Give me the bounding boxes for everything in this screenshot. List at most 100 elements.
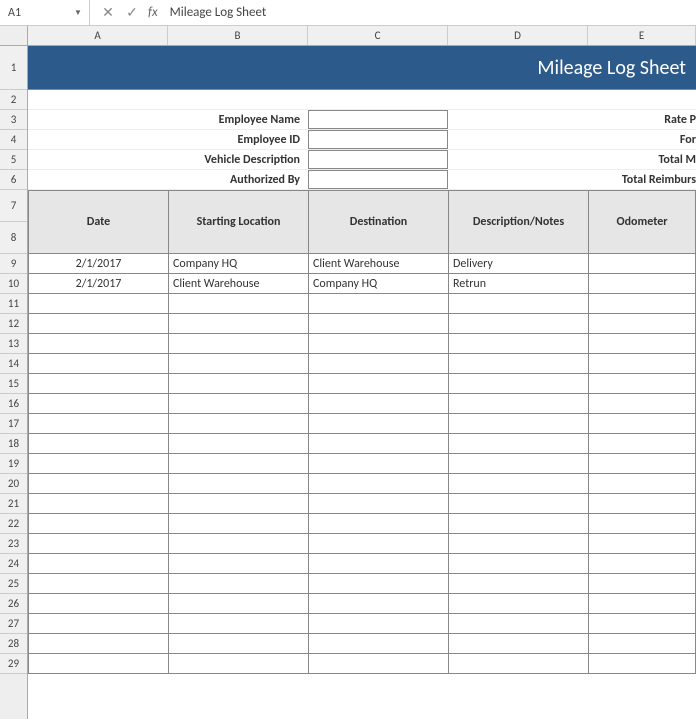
row-header[interactable]: 14 xyxy=(0,354,27,374)
row-header[interactable]: 8 xyxy=(0,222,27,254)
row-header[interactable]: 23 xyxy=(0,534,27,554)
info-row-employee-name[interactable]: Employee Name Rate P xyxy=(28,110,696,130)
row-header[interactable]: 13 xyxy=(0,334,27,354)
cell-date[interactable] xyxy=(28,514,168,534)
cell-desc[interactable] xyxy=(448,534,588,554)
column-header[interactable]: D xyxy=(448,26,588,45)
cell-date[interactable] xyxy=(28,614,168,634)
cell-start[interactable] xyxy=(168,534,308,554)
cell-odo[interactable] xyxy=(588,294,696,314)
row-header[interactable]: 19 xyxy=(0,454,27,474)
row-header[interactable]: 22 xyxy=(0,514,27,534)
cell-date[interactable] xyxy=(28,354,168,374)
table-row[interactable] xyxy=(28,314,696,334)
cell-date[interactable] xyxy=(28,494,168,514)
table-row[interactable] xyxy=(28,474,696,494)
th-description-notes[interactable]: Description/Notes xyxy=(448,190,588,254)
th-date[interactable]: Date xyxy=(28,190,168,254)
cell-desc[interactable] xyxy=(448,334,588,354)
cell-start[interactable] xyxy=(168,314,308,334)
name-box[interactable]: A1 ▼ xyxy=(0,0,90,25)
cell-start[interactable] xyxy=(168,514,308,534)
cell-dest[interactable]: Company HQ xyxy=(308,274,448,294)
row-header[interactable]: 11 xyxy=(0,294,27,314)
table-row[interactable] xyxy=(28,634,696,654)
column-header[interactable]: A xyxy=(28,26,168,45)
cancel-icon[interactable]: ✕ xyxy=(96,0,120,25)
cell-desc[interactable] xyxy=(448,614,588,634)
input-vehicle-description[interactable] xyxy=(308,150,448,169)
cell-date[interactable] xyxy=(28,314,168,334)
column-header[interactable]: B xyxy=(168,26,308,45)
th-destination[interactable]: Destination xyxy=(308,190,448,254)
cell-start[interactable] xyxy=(168,614,308,634)
row-header[interactable]: 4 xyxy=(0,130,27,150)
table-row[interactable] xyxy=(28,614,696,634)
cell-date[interactable] xyxy=(28,474,168,494)
table-row[interactable] xyxy=(28,394,696,414)
cell-desc[interactable] xyxy=(448,354,588,374)
table-row[interactable]: 2/1/2017Company HQClient WarehouseDelive… xyxy=(28,254,696,274)
table-row[interactable] xyxy=(28,554,696,574)
cell-desc[interactable] xyxy=(448,414,588,434)
table-row[interactable] xyxy=(28,434,696,454)
cell-dest[interactable] xyxy=(308,414,448,434)
row-header[interactable]: 7 xyxy=(0,190,27,222)
cell-desc[interactable] xyxy=(448,634,588,654)
table-row[interactable] xyxy=(28,294,696,314)
cell-desc[interactable] xyxy=(448,294,588,314)
cell-dest[interactable] xyxy=(308,654,448,674)
cell-date[interactable] xyxy=(28,334,168,354)
cell-desc[interactable]: Retrun xyxy=(448,274,588,294)
row-header[interactable]: 1 xyxy=(0,46,27,90)
table-row[interactable] xyxy=(28,574,696,594)
row-header[interactable]: 29 xyxy=(0,654,27,674)
cell-dest[interactable] xyxy=(308,574,448,594)
table-row[interactable] xyxy=(28,654,696,674)
cell-dest[interactable] xyxy=(308,374,448,394)
table-row[interactable] xyxy=(28,454,696,474)
cell-date[interactable] xyxy=(28,654,168,674)
cell-desc[interactable] xyxy=(448,454,588,474)
cell-dest[interactable] xyxy=(308,354,448,374)
table-row[interactable] xyxy=(28,414,696,434)
cell-dest[interactable] xyxy=(308,494,448,514)
cell-date[interactable] xyxy=(28,554,168,574)
table-row[interactable] xyxy=(28,594,696,614)
select-all-corner[interactable] xyxy=(0,26,27,46)
cell-start[interactable] xyxy=(168,354,308,374)
cell-start[interactable] xyxy=(168,634,308,654)
cell-date[interactable] xyxy=(28,414,168,434)
cell-odo[interactable] xyxy=(588,394,696,414)
cell-date[interactable] xyxy=(28,434,168,454)
grid-body[interactable]: Mileage Log Sheet Employee Name Rate P E… xyxy=(28,46,696,674)
cell-odo[interactable] xyxy=(588,454,696,474)
cell-date[interactable]: 2/1/2017 xyxy=(28,254,168,274)
cell-date[interactable] xyxy=(28,574,168,594)
cell-dest[interactable] xyxy=(308,434,448,454)
row-header[interactable]: 20 xyxy=(0,474,27,494)
table-row[interactable] xyxy=(28,514,696,534)
fx-icon[interactable]: fx xyxy=(144,5,162,20)
cell-start[interactable] xyxy=(168,294,308,314)
formula-input[interactable]: Mileage Log Sheet xyxy=(162,5,696,20)
table-row[interactable] xyxy=(28,494,696,514)
cell-desc[interactable] xyxy=(448,394,588,414)
cell-date[interactable] xyxy=(28,374,168,394)
th-starting-location[interactable]: Starting Location xyxy=(168,190,308,254)
cell-odo[interactable] xyxy=(588,374,696,394)
cell-odo[interactable] xyxy=(588,534,696,554)
row-header[interactable]: 18 xyxy=(0,434,27,454)
column-header[interactable]: C xyxy=(308,26,448,45)
row-header[interactable]: 3 xyxy=(0,110,27,130)
th-odometer[interactable]: Odometer xyxy=(588,190,696,254)
cell-dest[interactable] xyxy=(308,454,448,474)
cell-odo[interactable] xyxy=(588,434,696,454)
cell-dest[interactable] xyxy=(308,334,448,354)
cell-date[interactable] xyxy=(28,454,168,474)
row-header[interactable]: 15 xyxy=(0,374,27,394)
cell-date[interactable]: 2/1/2017 xyxy=(28,274,168,294)
cell-desc[interactable] xyxy=(448,654,588,674)
cell-dest[interactable] xyxy=(308,634,448,654)
cell-dest[interactable] xyxy=(308,594,448,614)
